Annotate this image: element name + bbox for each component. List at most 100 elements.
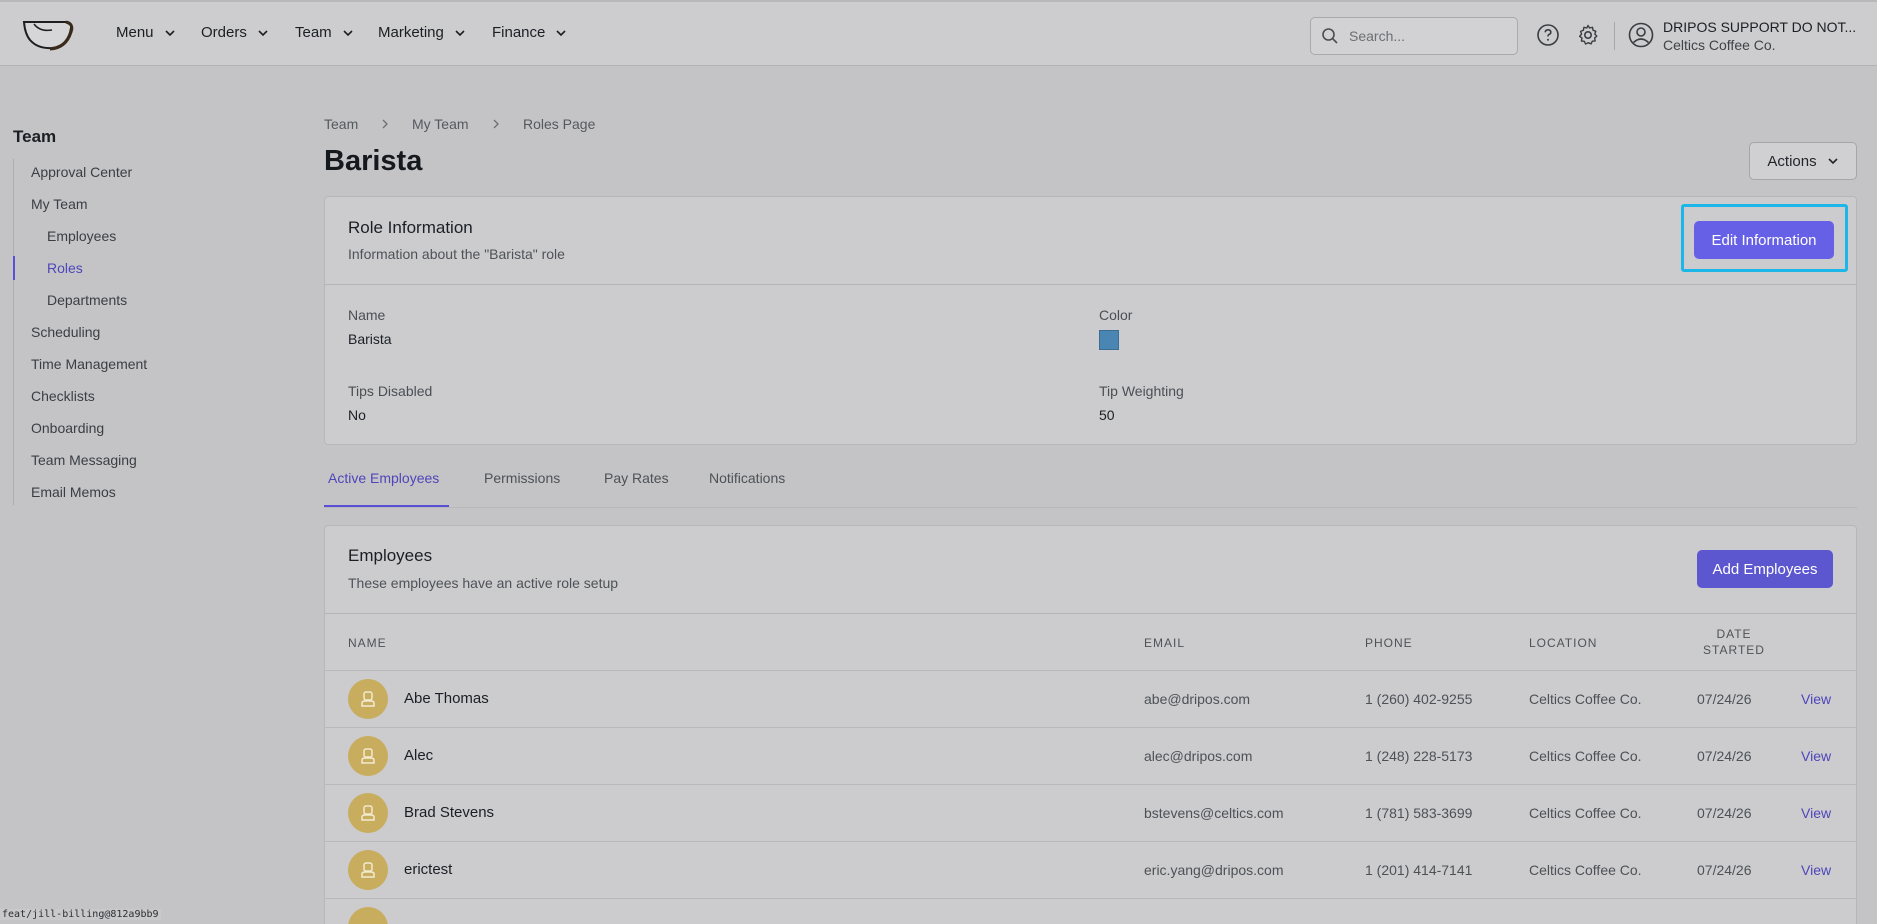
- user-avatar-icon[interactable]: [1628, 22, 1654, 48]
- employee-phone: 1 (260) 402-9255: [1365, 691, 1473, 707]
- nav-orders[interactable]: Orders: [201, 24, 269, 41]
- view-link[interactable]: View: [1801, 691, 1831, 707]
- tab-active-employees[interactable]: Active Employees: [328, 470, 439, 486]
- nav-orders-label: Orders: [201, 24, 247, 41]
- avatar: [348, 793, 388, 833]
- gear-icon[interactable]: [1576, 23, 1600, 47]
- tab-permissions[interactable]: Permissions: [484, 470, 560, 486]
- user-placeholder-icon: [361, 748, 375, 764]
- avatar: [348, 679, 388, 719]
- sidebar-item-scheduling[interactable]: Scheduling: [31, 324, 100, 340]
- search-icon: [1322, 28, 1338, 44]
- view-link[interactable]: View: [1801, 862, 1831, 878]
- role-card-subtitle: Information about the "Barista" role: [348, 246, 565, 262]
- sidebar-item-departments[interactable]: Departments: [47, 292, 127, 308]
- employee-date-started: 07/24/26: [1697, 748, 1752, 764]
- top-navigation: Menu Orders Team Marketing Finance DRIPO…: [0, 0, 1877, 66]
- tip-weighting-label: Tip Weighting: [1099, 383, 1184, 399]
- nav-team-label: Team: [295, 24, 332, 41]
- divider: [324, 284, 1857, 285]
- user-name[interactable]: DRIPOS SUPPORT DO NOT...: [1663, 19, 1856, 35]
- employee-name: Brad Stevens: [404, 804, 495, 821]
- nav-finance-label: Finance: [492, 24, 546, 41]
- user-organization: Celtics Coffee Co.: [1663, 37, 1776, 53]
- avatar: [348, 736, 388, 776]
- divider: [1614, 22, 1615, 50]
- active-tab-indicator: [324, 505, 449, 507]
- employee-phone: 1 (201) 414-7141: [1365, 862, 1473, 878]
- sidebar-item-team-messaging[interactable]: Team Messaging: [31, 452, 137, 468]
- color-label: Color: [1099, 307, 1133, 323]
- name-value: Barista: [348, 331, 392, 347]
- employees-card-title: Employees: [348, 546, 433, 565]
- chevron-down-icon: [556, 29, 566, 36]
- column-header-location[interactable]: LOCATION: [1529, 636, 1597, 650]
- sidebar-item-checklists[interactable]: Checklists: [31, 388, 95, 404]
- chevron-down-icon: [164, 29, 175, 36]
- sidebar-tree-line: [13, 159, 14, 505]
- actions-button[interactable]: Actions: [1749, 142, 1857, 180]
- view-link[interactable]: View: [1801, 748, 1831, 764]
- chevron-right-icon: [382, 119, 388, 129]
- page-title: Barista: [324, 145, 423, 177]
- sidebar-item-roles[interactable]: Roles: [47, 260, 83, 276]
- nav-menu[interactable]: Menu: [116, 24, 176, 41]
- employee-location: Celtics Coffee Co.: [1529, 805, 1642, 821]
- breadcrumb-my-team[interactable]: My Team: [412, 116, 469, 132]
- tips-disabled-label: Tips Disabled: [348, 383, 433, 399]
- breadcrumb-roles-page[interactable]: Roles Page: [523, 116, 595, 132]
- employee-location: Celtics Coffee Co.: [1529, 691, 1642, 707]
- employees-card-subtitle: These employees have an active role setu…: [348, 575, 619, 591]
- view-link[interactable]: View: [1801, 805, 1831, 821]
- employee-name: Alec: [404, 747, 434, 764]
- nav-menu-label: Menu: [116, 24, 154, 41]
- divider: [324, 670, 1857, 671]
- breadcrumb-team[interactable]: Team: [324, 116, 358, 132]
- employee-phone: 1 (248) 228-5173: [1365, 748, 1473, 764]
- column-header-name[interactable]: NAME: [348, 636, 387, 650]
- sidebar-item-approval-center[interactable]: Approval Center: [31, 164, 132, 180]
- user-placeholder-icon: [361, 805, 375, 821]
- employee-date-started: 07/24/26: [1697, 805, 1752, 821]
- user-placeholder-icon: [361, 862, 375, 878]
- nav-marketing[interactable]: Marketing: [378, 24, 466, 41]
- tabs-divider: [324, 507, 1857, 508]
- employee-email: eric.yang@dripos.com: [1144, 862, 1284, 878]
- coffee-cup-logo-icon[interactable]: [22, 18, 74, 52]
- help-icon[interactable]: [1536, 23, 1560, 47]
- sidebar-item-time-management[interactable]: Time Management: [31, 356, 147, 372]
- employee-location: Celtics Coffee Co.: [1529, 862, 1642, 878]
- chevron-right-icon: [493, 119, 499, 129]
- build-version-label: feat/jill-billing@812a9bb9: [0, 909, 161, 920]
- employee-date-started: 07/24/26: [1697, 862, 1752, 878]
- add-employees-button[interactable]: Add Employees: [1697, 550, 1833, 588]
- employee-name: erictest: [404, 861, 453, 878]
- column-header-date[interactable]: DATE: [1708, 627, 1760, 641]
- employee-name: Abe Thomas: [404, 690, 489, 707]
- divider: [324, 727, 1857, 728]
- sidebar-item-my-team[interactable]: My Team: [31, 196, 88, 212]
- user-placeholder-icon: [361, 691, 375, 707]
- chevron-down-icon: [1828, 158, 1838, 165]
- tab-notifications[interactable]: Notifications: [709, 470, 785, 486]
- nav-finance[interactable]: Finance: [492, 24, 567, 41]
- sidebar-item-onboarding[interactable]: Onboarding: [31, 420, 104, 436]
- column-header-phone[interactable]: PHONE: [1365, 636, 1413, 650]
- employee-email: bstevens@celtics.com: [1144, 805, 1284, 821]
- nav-marketing-label: Marketing: [378, 24, 444, 41]
- tab-pay-rates[interactable]: Pay Rates: [604, 470, 669, 486]
- column-header-email[interactable]: EMAIL: [1144, 636, 1185, 650]
- nav-team[interactable]: Team: [295, 24, 354, 41]
- column-header-started[interactable]: STARTED: [1690, 643, 1778, 657]
- role-card-title: Role Information: [348, 218, 473, 237]
- sidebar-item-employees[interactable]: Employees: [47, 228, 116, 244]
- tips-disabled-value: No: [348, 407, 366, 423]
- employee-email: alec@dripos.com: [1144, 748, 1253, 764]
- search-box[interactable]: [1310, 17, 1518, 55]
- sidebar-item-email-memos[interactable]: Email Memos: [31, 484, 116, 500]
- search-input[interactable]: [1349, 28, 1499, 44]
- color-swatch: [1099, 330, 1119, 350]
- edit-information-button[interactable]: Edit Information: [1694, 221, 1834, 259]
- sidebar-title: Team: [13, 127, 57, 146]
- divider: [324, 613, 1857, 614]
